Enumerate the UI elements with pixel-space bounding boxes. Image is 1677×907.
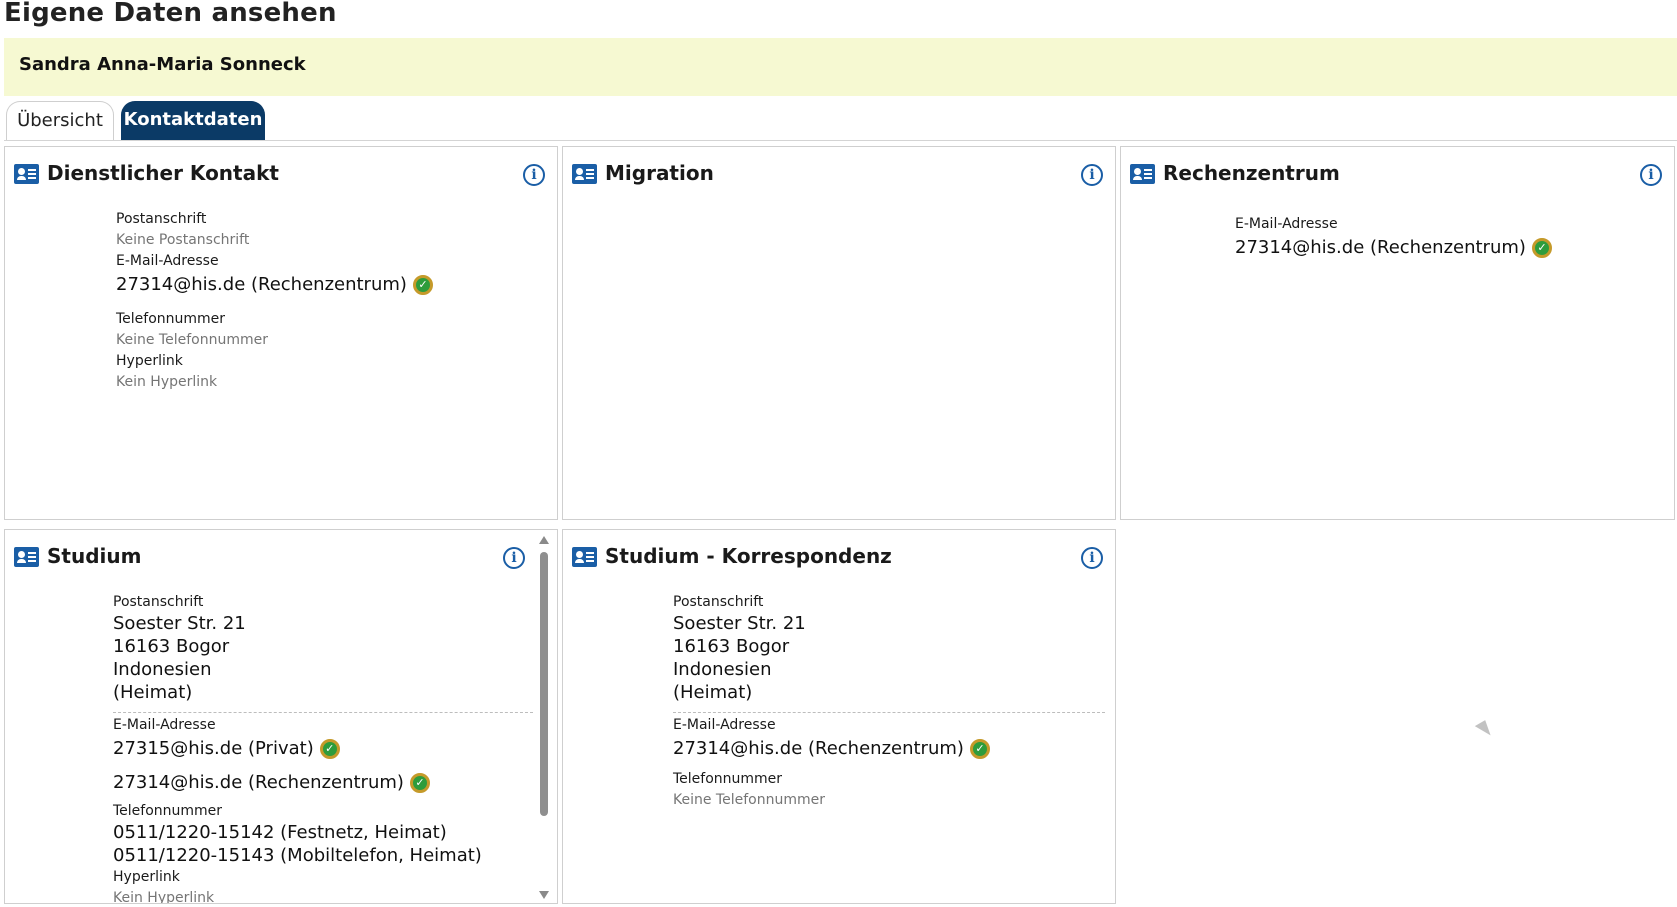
contact-card-icon [1130, 164, 1155, 184]
contact-fields: Postanschrift Keine Postanschrift E-Mail… [116, 209, 536, 393]
email-label: E-Mail-Adresse [116, 253, 219, 269]
tab-divider [4, 140, 1677, 141]
scroll-up-arrow-icon[interactable] [539, 536, 549, 544]
contact-card-icon [14, 547, 39, 567]
hyperlink-label: Hyperlink [116, 353, 183, 369]
divider [113, 712, 533, 713]
email-row: 27315@his.de (Privat) ✓ [113, 735, 533, 763]
card-studium: Studium i Postanschrift Soester Str. 21 … [4, 529, 558, 904]
phone-value: 0511/1220-15143 (Mobiltelefon, Heimat) [113, 845, 482, 866]
info-icon[interactable]: i [1640, 164, 1662, 186]
card-title: Migration [605, 161, 714, 185]
verified-check-icon: ✓ [1531, 238, 1552, 258]
email-row: 27314@his.de (Rechenzentrum) ✓ [1235, 234, 1655, 262]
email-value[interactable]: 27314@his.de (Rechenzentrum) [113, 772, 404, 793]
contact-card-icon [572, 164, 597, 184]
address-line: Indonesien [673, 659, 772, 680]
scroll-down-arrow-icon[interactable] [539, 891, 549, 899]
card-rechenzentrum: Rechenzentrum i E-Mail-Adresse 27314@his… [1120, 146, 1675, 520]
address-line: Soester Str. 21 [673, 613, 806, 634]
info-icon[interactable]: i [1081, 547, 1103, 569]
verified-check-icon: ✓ [412, 275, 433, 295]
hyperlink-label: Hyperlink [113, 869, 180, 885]
card-title: Studium - Korrespondenz [605, 544, 892, 568]
email-value[interactable]: 27314@his.de (Rechenzentrum) [673, 738, 964, 759]
email-row: 27314@his.de (Rechenzentrum) ✓ [116, 271, 536, 299]
email-row: 27314@his.de (Rechenzentrum) ✓ [673, 735, 1105, 763]
email-row: 27314@his.de (Rechenzentrum) ✓ [113, 769, 533, 797]
hyperlink-value: Kein Hyperlink [113, 890, 215, 904]
card-title: Rechenzentrum [1163, 161, 1340, 185]
contact-card-icon [572, 547, 597, 567]
info-icon[interactable]: i [503, 547, 525, 569]
address-line: 16163 Bogor [673, 636, 790, 657]
verified-check-icon: ✓ [409, 773, 430, 793]
email-value[interactable]: 27314@his.de (Rechenzentrum) [116, 274, 407, 295]
tab-kontaktdaten[interactable]: Kontaktdaten [121, 101, 265, 141]
card-dienstlicher-kontakt: Dienstlicher Kontakt i Postanschrift Kei… [4, 146, 558, 520]
address-line: Indonesien [113, 659, 212, 680]
phone-label: Telefonnummer [116, 311, 226, 327]
card-title: Studium [47, 544, 142, 568]
address-value: Keine Postanschrift [116, 232, 250, 248]
phone-value: Keine Telefonnummer [673, 792, 825, 808]
phone-value: Keine Telefonnummer [116, 332, 268, 348]
email-label: E-Mail-Adresse [1235, 216, 1338, 232]
scrollbar[interactable] [537, 536, 551, 899]
card-title: Dienstlicher Kontakt [47, 161, 279, 185]
address-line: (Heimat) [673, 682, 753, 703]
address-label: Postanschrift [116, 211, 207, 227]
divider [673, 712, 1105, 713]
scrollbar-thumb[interactable] [540, 552, 548, 816]
email-label: E-Mail-Adresse [673, 717, 776, 733]
person-name-bar: Sandra Anna-Maria Sonneck [4, 38, 1677, 96]
verified-check-icon: ✓ [319, 739, 340, 759]
phone-value: 0511/1220-15142 (Festnetz, Heimat) [113, 822, 447, 843]
hyperlink-value: Kein Hyperlink [116, 374, 218, 390]
card-migration: Migration i [562, 146, 1116, 520]
address-line: 16163 Bogor [113, 636, 230, 657]
email-label: E-Mail-Adresse [113, 717, 216, 733]
email-value[interactable]: 27314@his.de (Rechenzentrum) [1235, 237, 1526, 258]
contact-fields: E-Mail-Adresse 27314@his.de (Rechenzentr… [1235, 214, 1655, 262]
info-icon[interactable]: i [1081, 164, 1103, 186]
mouse-cursor-icon [1474, 720, 1494, 740]
card-studium-korrespondenz: Studium - Korrespondenz i Postanschrift … [562, 529, 1116, 904]
person-name: Sandra Anna-Maria Sonneck [19, 54, 306, 75]
page-title: Eigene Daten ansehen [4, 0, 337, 28]
contact-fields: Postanschrift Soester Str. 21 16163 Bogo… [113, 592, 533, 904]
address-line: Soester Str. 21 [113, 613, 246, 634]
tab-uebersicht[interactable]: Übersicht [6, 101, 114, 141]
address-label: Postanschrift [673, 594, 764, 610]
info-icon[interactable]: i [523, 164, 545, 186]
contact-card-icon [14, 164, 39, 184]
address-label: Postanschrift [113, 594, 204, 610]
phone-label: Telefonnummer [113, 803, 223, 819]
email-value[interactable]: 27315@his.de (Privat) [113, 738, 314, 759]
contact-fields: Postanschrift Soester Str. 21 16163 Bogo… [673, 592, 1105, 811]
verified-check-icon: ✓ [969, 739, 990, 759]
address-line: (Heimat) [113, 682, 193, 703]
phone-label: Telefonnummer [673, 771, 783, 787]
